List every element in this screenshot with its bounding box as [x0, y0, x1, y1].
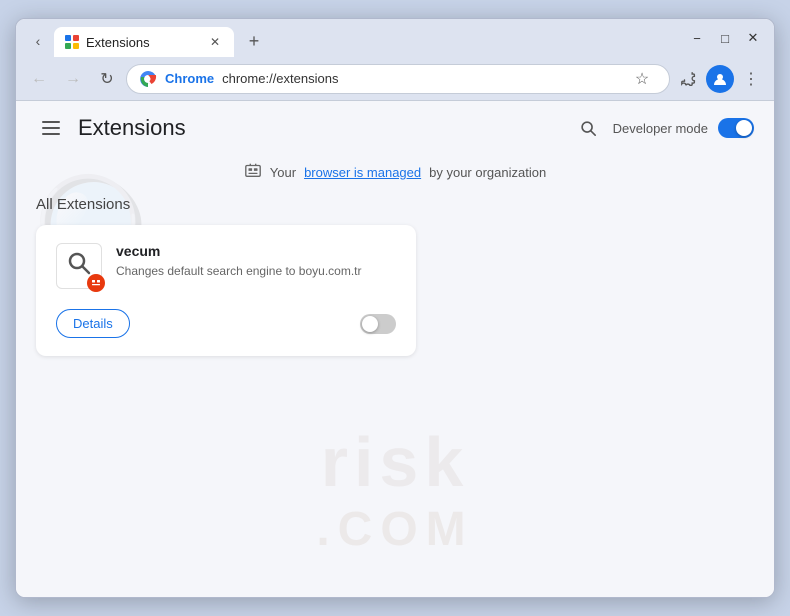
page-header: Extensions Developer mode	[16, 101, 774, 155]
watermark-risk: risk	[16, 422, 774, 502]
extension-card-bottom: Details	[56, 309, 396, 338]
search-button[interactable]	[573, 113, 603, 143]
toggle-knob	[736, 120, 752, 136]
extension-card-top: vecum Changes default search engine to b…	[56, 243, 396, 289]
watermark-com: .COM	[16, 502, 774, 557]
window-controls: − □ ✕	[686, 27, 764, 49]
managed-link[interactable]: browser is managed	[304, 165, 421, 180]
page-title: Extensions	[78, 115, 186, 141]
tab-title: Extensions	[86, 35, 200, 50]
menu-button[interactable]: ⋮	[736, 64, 766, 94]
active-tab[interactable]: Extensions ✕	[54, 27, 234, 57]
developer-mode-label: Developer mode	[613, 121, 708, 136]
extensions-section: All Extensions	[16, 196, 774, 356]
extension-icon-badge	[87, 274, 105, 292]
profile-button[interactable]	[706, 65, 734, 93]
managed-text-after: by your organization	[429, 165, 546, 180]
managed-notice: Your browser is managed by your organiza…	[16, 155, 774, 196]
tab-close-button[interactable]: ✕	[206, 33, 224, 51]
browser-window: ‹ Extensions ✕ + − □ ✕ ← → ↻	[15, 18, 775, 598]
developer-mode-toggle[interactable]	[718, 118, 754, 138]
extension-info: vecum Changes default search engine to b…	[116, 243, 396, 280]
url-display: chrome://extensions	[222, 71, 619, 86]
page-content: 🔍 risk .COM Extensions De	[16, 101, 774, 597]
tab-scroll-button[interactable]: ‹	[24, 27, 52, 55]
nav-right-controls: ⋮	[674, 64, 766, 94]
bookmark-button[interactable]: ☆	[627, 64, 657, 94]
extension-name: vecum	[116, 243, 396, 259]
forward-button[interactable]: →	[58, 64, 88, 94]
hamburger-line-3	[42, 133, 60, 135]
extension-toggle[interactable]	[360, 314, 396, 334]
extensions-menu-button[interactable]	[674, 64, 704, 94]
extension-toggle-knob	[362, 316, 378, 332]
tab-favicon	[64, 34, 80, 50]
managed-text-before: Your	[270, 165, 296, 180]
nav-bar: ← → ↻ Chrome chrome://extensions ☆	[16, 57, 774, 101]
new-tab-button[interactable]: +	[240, 27, 268, 55]
minimize-button[interactable]: −	[686, 27, 708, 49]
hamburger-line-1	[42, 121, 60, 123]
reload-button[interactable]: ↻	[92, 64, 122, 94]
hamburger-menu-button[interactable]	[36, 113, 66, 143]
details-button[interactable]: Details	[56, 309, 130, 338]
maximize-button[interactable]: □	[714, 27, 736, 49]
address-bar[interactable]: Chrome chrome://extensions ☆	[126, 64, 670, 94]
chrome-logo-icon	[139, 70, 157, 88]
title-bar: ‹ Extensions ✕ + − □ ✕	[16, 19, 774, 57]
managed-icon	[244, 161, 262, 184]
extension-icon	[56, 243, 102, 289]
extension-description: Changes default search engine to boyu.co…	[116, 263, 396, 280]
section-title: All Extensions	[36, 196, 754, 213]
extension-card: vecum Changes default search engine to b…	[36, 225, 416, 356]
header-right: Developer mode	[573, 113, 754, 143]
back-button[interactable]: ←	[24, 64, 54, 94]
close-button[interactable]: ✕	[742, 27, 764, 49]
chrome-label: Chrome	[165, 71, 214, 86]
hamburger-line-2	[42, 127, 60, 129]
